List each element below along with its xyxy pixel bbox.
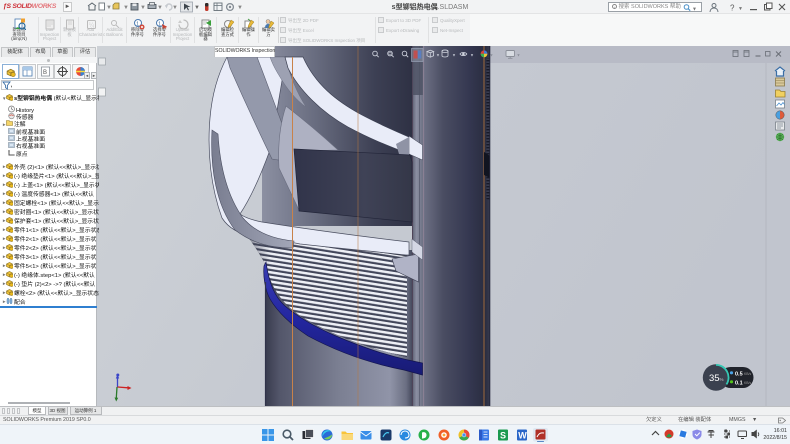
svg-text:0.1: 0.1 bbox=[735, 380, 743, 386]
svg-text:35: 35 bbox=[709, 373, 720, 384]
svg-text:%: % bbox=[720, 377, 724, 382]
svg-text:1: 1 bbox=[158, 22, 161, 28]
svg-text:▼: ▼ bbox=[157, 5, 163, 11]
svg-text:▼: ▼ bbox=[692, 6, 697, 12]
svg-text:KB/s: KB/s bbox=[744, 372, 751, 376]
svg-text:▼: ▼ bbox=[106, 5, 112, 11]
svg-text:1: 1 bbox=[136, 22, 139, 28]
svg-text:?: ? bbox=[730, 4, 735, 13]
svg-text:▼: ▼ bbox=[490, 53, 494, 58]
svg-text:▼: ▼ bbox=[517, 53, 521, 58]
svg-text:▼: ▼ bbox=[194, 5, 200, 11]
svg-text:▼: ▼ bbox=[738, 6, 743, 12]
svg-text:▼: ▼ bbox=[10, 84, 12, 89]
svg-text:▼: ▼ bbox=[470, 53, 474, 58]
svg-text:▼: ▼ bbox=[237, 5, 243, 11]
svg-text:▼: ▼ bbox=[172, 5, 178, 11]
svg-text:KB/s: KB/s bbox=[744, 381, 751, 385]
svg-text:▼: ▼ bbox=[452, 53, 456, 58]
svg-text:▼: ▼ bbox=[436, 53, 440, 58]
svg-text:0.5: 0.5 bbox=[735, 371, 743, 377]
svg-text:W: W bbox=[518, 431, 527, 441]
svg-text:S: S bbox=[500, 431, 506, 441]
svg-text:▼: ▼ bbox=[123, 5, 129, 11]
svg-text:▼: ▼ bbox=[140, 5, 146, 11]
svg-text:B: B bbox=[43, 70, 47, 76]
